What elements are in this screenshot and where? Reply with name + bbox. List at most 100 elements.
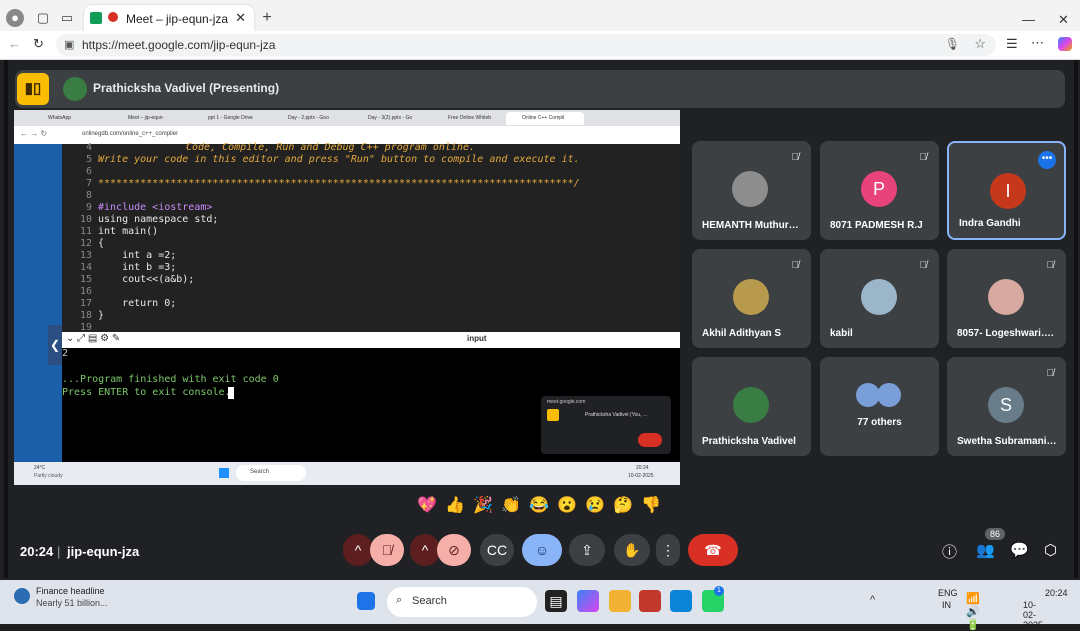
reaction-thumbs-up[interactable]: 👍 [441,492,469,520]
recording-icon [108,12,118,22]
favorite-star-icon[interactable]: ☆ [974,36,986,52]
participant-name: HEMANTH Muthur… [702,220,799,231]
mic-off-icon: 🎙̸ [1046,260,1055,271]
language-top[interactable]: ENG [938,588,958,598]
participant-tile[interactable]: 🎙̸ S Swetha Subramani… [947,357,1066,456]
new-tab-button[interactable]: + [258,9,276,27]
minimize-icon[interactable]: — [1022,12,1035,27]
people-icon[interactable]: 👥 [976,541,995,559]
participant-tile[interactable]: Prathicksha Vadivel [692,357,811,456]
mini-hangup-icon [638,433,662,447]
participant-name: Swetha Subramani… [957,436,1057,447]
copilot-icon[interactable] [1058,37,1072,51]
reaction-thinking[interactable]: 🤔 [609,492,637,520]
close-window-icon[interactable]: ✕ [1058,12,1069,28]
reaction-party[interactable]: 🎉 [469,492,497,520]
mic-permission-icon[interactable]: 🎙 [945,37,960,51]
mini-meet-label: Prathicksha Vadivel (You, ... [585,412,647,418]
avatar: P [861,171,897,207]
raise-hand-button[interactable]: ✋ [614,534,650,566]
participant-count-badge: 86 [985,528,1005,540]
security-icon[interactable] [639,590,661,612]
meeting-clock: 20:24 [20,544,54,559]
copilot-taskbar-icon[interactable] [577,590,599,612]
reaction-heart[interactable]: 💖 [413,492,441,520]
participant-tile[interactable]: ••• I Indra Gandhi [947,141,1066,240]
avatar [733,279,769,315]
line-number: 6 [85,166,92,177]
meeting-code: jip-equn-jza [67,544,140,559]
shared-url: onlinegdb.com/online_c++_compiler [82,131,179,137]
reload-icon[interactable]: ↻ [33,36,44,52]
favorites-icon[interactable]: ☰ [1006,36,1018,52]
meeting-info-icon[interactable]: ⓘ [942,541,957,562]
shared-nav-icon: ← → ↻ [20,129,48,138]
reactions-button[interactable]: ☺ [522,534,562,566]
task-view-icon[interactable]: ▤ [545,590,567,612]
presentation-icon[interactable]: ▮▯ [17,73,49,105]
back-icon[interactable]: ← [8,36,21,51]
participant-tile[interactable]: 🎙̸ kabil [820,249,939,348]
more-options-button[interactable]: ⋮ [656,534,680,566]
mic-off-icon: 🎙̸ [919,152,928,163]
participant-name: 8071 PADMESH R.J [830,220,923,231]
line-number: 14 [79,262,92,273]
profile-icon[interactable]: ● [6,9,24,27]
reaction-thumbs-down[interactable]: 👎 [637,492,665,520]
reaction-surprised[interactable]: 😮 [553,492,581,520]
code-line: Code, Compile, Run and Debug C++ program… [186,142,475,153]
participant-tile[interactable]: 🎙̸ P 8071 PADMESH R.J [820,141,939,240]
more-icon[interactable]: ⋯ [1031,35,1044,51]
windows-taskbar: Finance headline Nearly 51 billion... ⌕ … [0,580,1080,631]
edge-icon[interactable] [670,590,692,612]
file-explorer-icon[interactable] [609,590,631,612]
site-info-icon[interactable]: ▣ [64,38,74,51]
news-title: Finance headline [36,586,105,596]
participant-name: Prathicksha Vadivel [702,436,796,447]
participant-tile[interactable]: 🎙̸ Akhil Adithyan S [692,249,811,348]
line-number: 11 [79,226,92,237]
sidebar-strip [14,144,62,462]
tab-actions-icon[interactable]: ▭ [58,9,76,27]
shared-date: 10-02-2025 [628,473,654,479]
clock[interactable]: 20:24 [1045,588,1068,598]
workspaces-icon[interactable]: ▢ [34,9,52,27]
chevron-up-icon[interactable]: ^ [870,594,875,606]
language-bottom[interactable]: IN [942,600,951,610]
windows-start-icon[interactable] [357,592,375,610]
camera-toggle-button[interactable]: ⊘ [437,534,471,566]
shared-tab: Day - 2.pptx - Goo [288,115,329,121]
reaction-sad[interactable]: 😢 [581,492,609,520]
mic-off-icon: 🎙̸ [791,260,800,271]
leave-call-button[interactable]: ☎ [688,534,738,566]
close-tab-icon[interactable]: ✕ [235,10,246,26]
video-options-button[interactable]: ^ [410,534,440,566]
activities-icon[interactable]: ⬡ [1044,541,1057,559]
avatar [732,171,768,207]
date[interactable]: 10-02-2025 [1023,600,1043,630]
participant-tile[interactable]: 77 others [820,357,939,456]
avatar [877,383,901,407]
more-options-icon[interactable]: ••• [1038,151,1056,169]
console-line: 2 [62,348,69,359]
line-number: 18 [79,310,92,321]
code-line: return 0; [98,298,177,309]
present-button[interactable]: ⇪ [569,534,605,566]
line-number: 13 [79,250,92,261]
participant-name: 8057- Logeshwari…. [957,328,1054,339]
taskbar-search[interactable]: ⌕ Search [387,587,537,617]
tab-meet[interactable]: Meet – jip-equn-jza ✕ [84,5,254,33]
audio-options-button[interactable]: ^ [343,534,373,566]
url-field[interactable]: ▣ https://meet.google.com/jip-equn-jza 🎙… [56,34,996,56]
presenter-bar: ▮▯ Prathicksha Vadivel (Presenting) [15,70,1065,108]
mic-off-icon: 🎙̸ [791,152,800,163]
mic-toggle-button[interactable]: 🎙̸ [370,534,404,566]
chat-icon[interactable]: 💬 [1010,541,1029,559]
reaction-laugh[interactable]: 😂 [525,492,553,520]
line-number: 5 [85,154,92,165]
network-volume-battery-icon[interactable]: 📶 🔊 🔋 [966,592,980,631]
captions-button[interactable]: CC [480,534,514,566]
participant-tile[interactable]: 🎙̸ HEMANTH Muthur… [692,141,811,240]
participant-tile[interactable]: 🎙̸ 8057- Logeshwari…. [947,249,1066,348]
reaction-clap[interactable]: 👏 [497,492,525,520]
